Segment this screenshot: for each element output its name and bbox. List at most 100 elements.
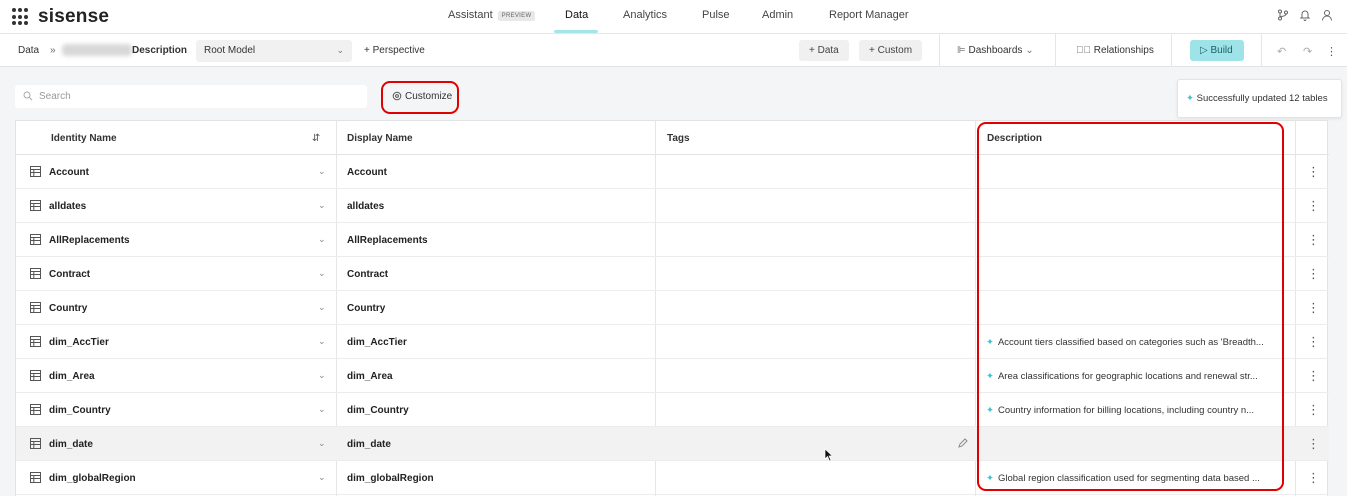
display-name-cell[interactable]: dim_date bbox=[347, 439, 391, 450]
customize-label: Customize bbox=[405, 91, 453, 102]
expand-chevron-icon[interactable]: ⌄ bbox=[318, 438, 326, 449]
table-row[interactable]: Contract ⌄ Contract ⋮ bbox=[16, 257, 1329, 291]
table-row[interactable]: dim_Country ⌄ dim_Country ✦ Country informat… bbox=[16, 393, 1329, 427]
search-placeholder: Search bbox=[39, 91, 71, 102]
row-menu-icon[interactable]: ⋮ bbox=[1307, 369, 1320, 382]
perspective-select[interactable]: Root Model ⌄ bbox=[196, 40, 352, 62]
table-icon bbox=[30, 336, 41, 347]
perspective-select-value: Root Model bbox=[204, 45, 256, 56]
blurred-model-name bbox=[62, 44, 132, 56]
identity-name-cell: Country bbox=[49, 303, 88, 314]
expand-chevron-icon[interactable]: ⌄ bbox=[318, 234, 326, 245]
tab-admin[interactable]: Admin bbox=[762, 9, 793, 21]
tab-assistant[interactable]: Assistant PREVIEW bbox=[448, 9, 536, 21]
breadcrumb-separator: » bbox=[50, 45, 56, 56]
table-icon bbox=[30, 404, 41, 415]
edit-pencil-icon[interactable] bbox=[958, 438, 968, 448]
add-perspective-button[interactable]: + Perspective bbox=[364, 45, 425, 56]
display-name-cell[interactable]: dim_globalRegion bbox=[347, 473, 434, 484]
row-menu-icon[interactable]: ⋮ bbox=[1307, 233, 1320, 246]
table-icon bbox=[30, 234, 41, 245]
sparkle-icon: ✦ bbox=[1186, 93, 1197, 104]
tab-data[interactable]: Data bbox=[565, 9, 588, 21]
preview-badge: PREVIEW bbox=[497, 11, 536, 21]
description-cell[interactable]: ✦ Global region classification used for s… bbox=[986, 473, 1282, 484]
row-menu-icon[interactable]: ⋮ bbox=[1307, 165, 1320, 178]
display-name-cell[interactable]: AllReplacements bbox=[347, 235, 428, 246]
identity-name-cell: dim_AccTier bbox=[49, 337, 109, 348]
git-branch-icon[interactable] bbox=[1277, 8, 1289, 21]
add-data-button[interactable]: + Data bbox=[799, 40, 849, 61]
column-header-display[interactable]: Display Name bbox=[347, 133, 413, 144]
display-name-cell[interactable]: alldates bbox=[347, 201, 384, 212]
toolbar-divider bbox=[1055, 34, 1056, 67]
breadcrumb-data[interactable]: Data bbox=[18, 45, 39, 56]
tab-report-manager[interactable]: Report Manager bbox=[829, 9, 909, 21]
expand-chevron-icon[interactable]: ⌄ bbox=[318, 302, 326, 313]
active-tab-indicator bbox=[554, 30, 598, 33]
description-cell[interactable]: ✦ Area classifications for geographic loc… bbox=[986, 371, 1282, 382]
column-header-tags[interactable]: Tags bbox=[667, 133, 690, 144]
search-input[interactable]: Search bbox=[15, 85, 367, 108]
table-row[interactable]: dim_date ⌄ dim_date ⋮ bbox=[16, 427, 1329, 461]
table-row[interactable]: dim_globalRegion ⌄ dim_globalRegion ✦ Global… bbox=[16, 461, 1329, 495]
table-row[interactable]: Account ⌄ Account ⋮ bbox=[16, 155, 1329, 189]
column-header-description[interactable]: Description bbox=[987, 133, 1042, 144]
bell-icon[interactable] bbox=[1299, 8, 1311, 21]
expand-chevron-icon[interactable]: ⌄ bbox=[318, 472, 326, 483]
relationships-button[interactable]: ⊖⃝ Relationships bbox=[1076, 45, 1154, 56]
sisense-logo[interactable]: sisense bbox=[12, 6, 109, 28]
row-menu-icon[interactable]: ⋮ bbox=[1307, 437, 1320, 450]
row-menu-icon[interactable]: ⋮ bbox=[1307, 301, 1320, 314]
gear-icon bbox=[392, 91, 402, 101]
column-header-identity[interactable]: Identity Name bbox=[51, 133, 117, 144]
ai-sparkle-icon: ✦ bbox=[986, 405, 994, 416]
table-icon bbox=[30, 438, 41, 449]
display-name-cell[interactable]: dim_Country bbox=[347, 405, 409, 416]
identity-name-cell: Contract bbox=[49, 269, 91, 280]
display-name-cell[interactable]: dim_AccTier bbox=[347, 337, 407, 348]
display-name-cell[interactable]: Country bbox=[347, 303, 385, 314]
model-toolbar: Data » Description Root Model ⌄ + Perspe… bbox=[0, 34, 1347, 67]
description-text: Account tiers classified based on catego… bbox=[997, 337, 1264, 348]
table-row[interactable]: alldates ⌄ alldates ⋮ bbox=[16, 189, 1329, 223]
user-icon[interactable] bbox=[1321, 8, 1333, 21]
table-row[interactable]: dim_AccTier ⌄ dim_AccTier ✦ Account tiers cl… bbox=[16, 325, 1329, 359]
tab-pulse[interactable]: Pulse bbox=[702, 9, 730, 21]
tab-assistant-label: Assistant bbox=[448, 9, 493, 21]
description-cell[interactable]: ✦ Country information for billing locatio… bbox=[986, 405, 1282, 416]
row-menu-icon[interactable]: ⋮ bbox=[1307, 471, 1320, 484]
row-menu-icon[interactable]: ⋮ bbox=[1307, 403, 1320, 416]
row-menu-icon[interactable]: ⋮ bbox=[1307, 267, 1320, 280]
dashboards-dropdown[interactable]: ⊫ Dashboards ⌄ bbox=[957, 45, 1034, 56]
logo-dots-icon bbox=[12, 8, 30, 26]
ai-sparkle-icon: ✦ bbox=[986, 337, 994, 348]
expand-chevron-icon[interactable]: ⌄ bbox=[318, 370, 326, 381]
redo-icon[interactable]: ↷ bbox=[1303, 45, 1312, 58]
sort-icon[interactable]: ⇵ bbox=[312, 133, 320, 144]
expand-chevron-icon[interactable]: ⌄ bbox=[318, 166, 326, 177]
relationships-label: Relationships bbox=[1093, 45, 1154, 56]
undo-icon[interactable]: ↶ bbox=[1277, 45, 1286, 58]
display-name-cell[interactable]: Contract bbox=[347, 269, 388, 280]
build-button[interactable]: ▷ Build bbox=[1190, 40, 1244, 61]
customize-button[interactable]: Customize bbox=[381, 81, 459, 114]
tab-analytics[interactable]: Analytics bbox=[623, 9, 667, 21]
expand-chevron-icon[interactable]: ⌄ bbox=[318, 404, 326, 415]
expand-chevron-icon[interactable]: ⌄ bbox=[318, 336, 326, 347]
expand-chevron-icon[interactable]: ⌄ bbox=[318, 200, 326, 211]
chevron-down-icon: ⌄ bbox=[336, 45, 344, 55]
add-custom-button[interactable]: + Custom bbox=[859, 40, 923, 61]
description-cell[interactable]: ✦ Account tiers classified based on categ… bbox=[986, 337, 1282, 348]
tables-grid: Identity Name ⇵ Display Name Tags Descri… bbox=[15, 120, 1329, 496]
row-menu-icon[interactable]: ⋮ bbox=[1307, 335, 1320, 348]
display-name-cell[interactable]: Account bbox=[347, 167, 387, 178]
table-row[interactable]: dim_Area ⌄ dim_Area ✦ Area classifications f… bbox=[16, 359, 1329, 393]
expand-chevron-icon[interactable]: ⌄ bbox=[318, 268, 326, 279]
more-options-icon[interactable]: ⋮ bbox=[1326, 45, 1337, 58]
row-menu-icon[interactable]: ⋮ bbox=[1307, 199, 1320, 212]
display-name-cell[interactable]: dim_Area bbox=[347, 371, 393, 382]
table-row[interactable]: AllReplacements ⌄ AllReplacements ⋮ bbox=[16, 223, 1329, 257]
breadcrumb-current: Description bbox=[132, 45, 188, 56]
table-row[interactable]: Country ⌄ Country ⋮ bbox=[16, 291, 1329, 325]
